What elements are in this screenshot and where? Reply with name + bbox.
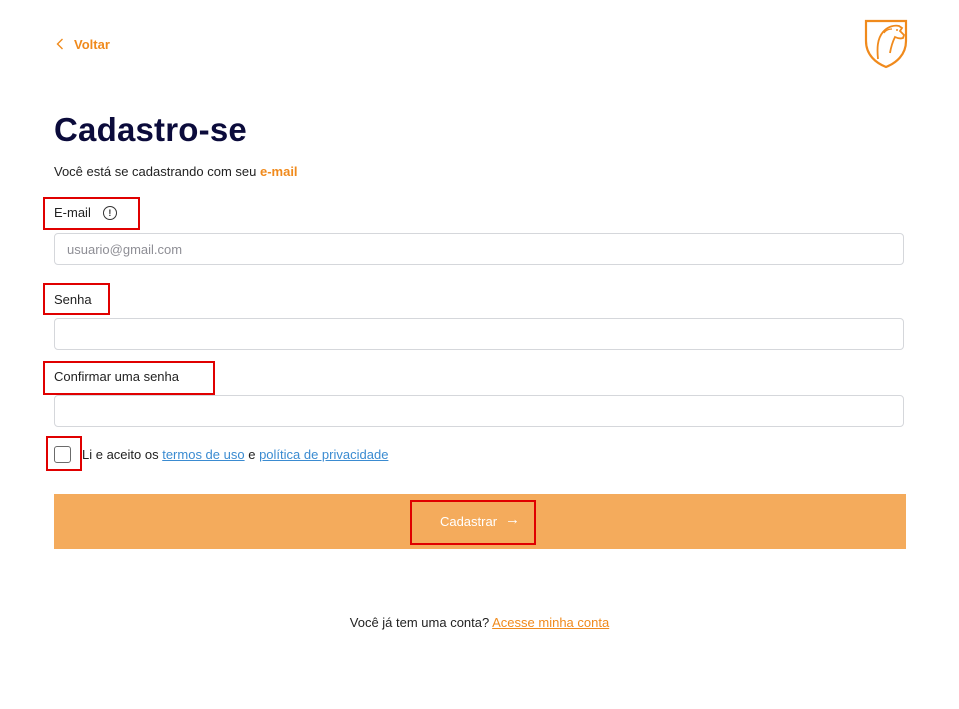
terms-of-use-link[interactable]: termos de uso: [162, 447, 244, 462]
password-field[interactable]: [54, 318, 904, 350]
email-field[interactable]: [54, 233, 904, 265]
arrow-right-icon: →: [505, 511, 521, 528]
terms-prefix: Li e aceito os: [82, 446, 163, 462]
back-label: Voltar: [74, 36, 110, 52]
login-link[interactable]: Acesse minha conta: [492, 615, 609, 630]
subtitle-text: Você está se cadastrando com seu: [54, 164, 260, 179]
page-title: Cadastro-se: [54, 111, 247, 148]
terms-text: Li e aceito os termos de uso e política …: [82, 447, 388, 462]
email-label: E-mail !: [54, 205, 117, 220]
terms-and: e: [244, 446, 260, 462]
terms-checkbox[interactable]: [54, 445, 71, 463]
info-icon[interactable]: !: [102, 205, 117, 220]
email-label-text: E-mail: [54, 205, 91, 220]
login-prompt: Você já tem uma conta? Acesse minha cont…: [0, 615, 959, 630]
login-question: Você já tem uma conta?: [349, 615, 493, 630]
password-label: Senha: [54, 292, 92, 307]
subtitle-accent: e-mail: [259, 164, 298, 179]
terms-row: Li e aceito os termos de uso e política …: [54, 444, 388, 464]
back-link[interactable]: Voltar: [56, 35, 110, 53]
confirm-password-label: Confirmar uma senha: [54, 369, 179, 384]
privacy-policy-link[interactable]: política de privacidade: [259, 447, 388, 462]
chevron-left-icon: [56, 38, 64, 50]
page-subtitle: Você está se cadastrando com seu e-mail: [54, 164, 298, 179]
horse-shield-logo: [864, 19, 908, 69]
submit-label: Cadastrar: [439, 514, 498, 529]
submit-button[interactable]: Cadastrar →: [54, 494, 906, 549]
confirm-password-field[interactable]: [54, 395, 904, 427]
